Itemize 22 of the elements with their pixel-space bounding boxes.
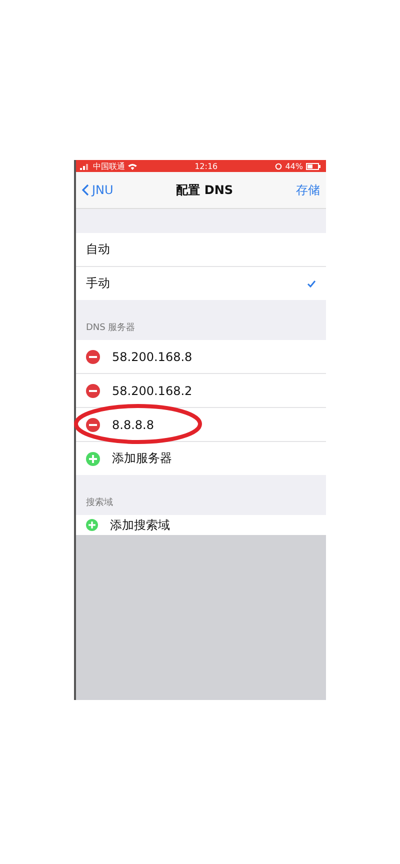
server-address: 8.8.8.8 (112, 418, 155, 432)
remove-icon[interactable] (86, 350, 100, 364)
add-server-link[interactable]: 添加服务器 (112, 450, 316, 467)
mode-option[interactable]: 手动 (76, 267, 326, 300)
section-header: 搜索域 (86, 496, 113, 509)
server-address: 58.200.168.8 (112, 350, 194, 364)
alarm-icon (275, 162, 282, 170)
wifi-icon (128, 162, 137, 170)
status-time: 12:16 (194, 162, 219, 170)
chevron-icon (82, 184, 89, 196)
carrier-name: 中国联通 (93, 160, 125, 172)
signal-icon (80, 162, 90, 170)
mode-option[interactable]: 自动 (76, 233, 326, 267)
remove-icon[interactable] (86, 418, 100, 432)
back-button[interactable]: JNU (82, 183, 114, 197)
nav-title: 配置 DNS (175, 182, 234, 198)
remove-icon[interactable] (86, 384, 100, 398)
save-button[interactable]: 存储 (296, 182, 320, 198)
section-header: DNS 服务器 (86, 322, 136, 334)
battery-percent: 44% (285, 162, 303, 170)
server-address: 58.200.168.2 (112, 384, 194, 398)
battery-icon (306, 162, 322, 170)
